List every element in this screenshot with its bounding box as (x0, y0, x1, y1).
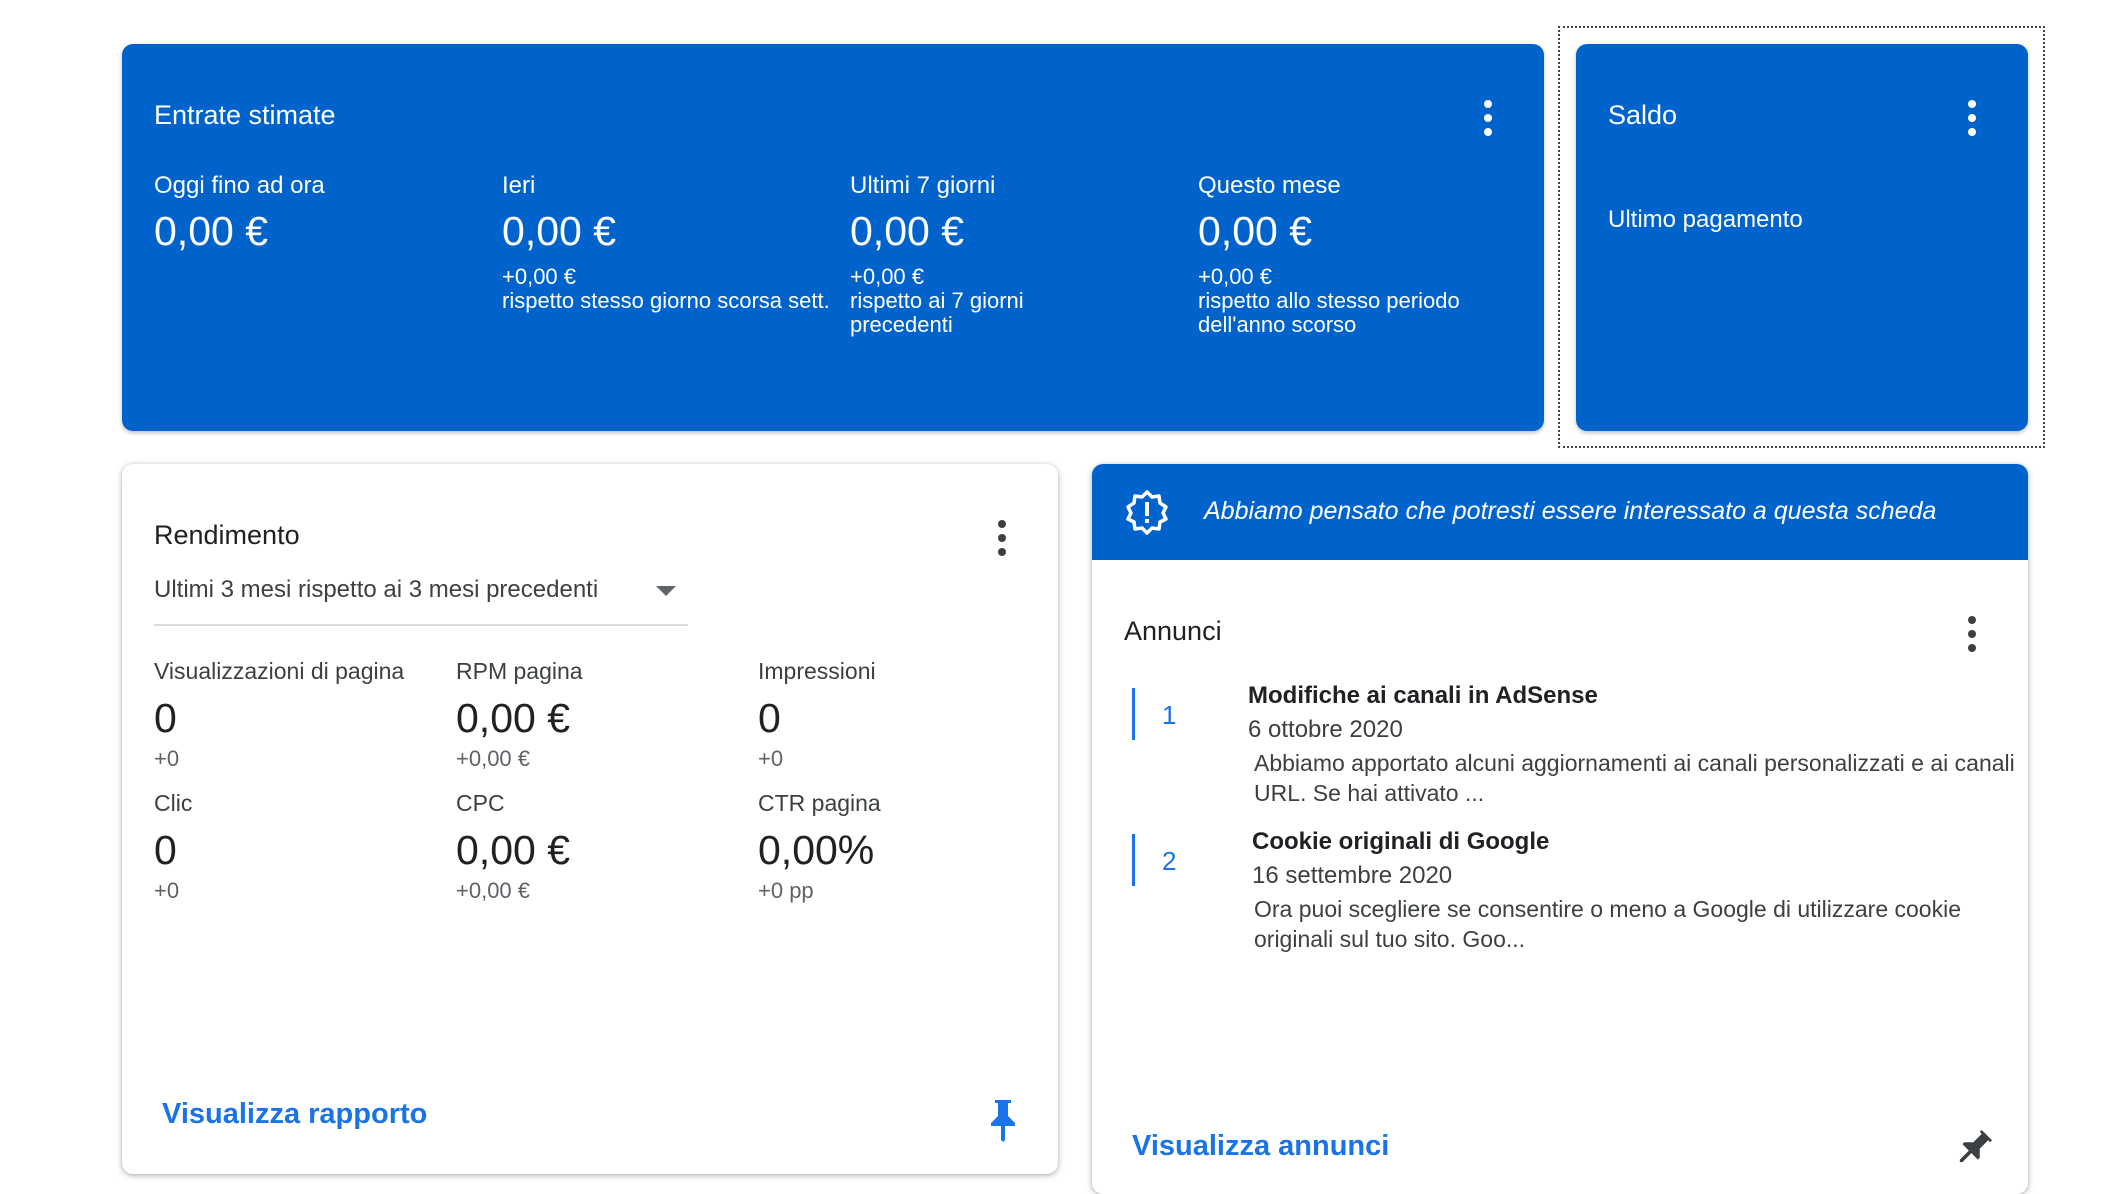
metric-impressions: Impressioni 0 +0 (758, 658, 1030, 772)
announcement-marker (1132, 688, 1135, 740)
estimated-earnings-title: Entrate stimate (154, 100, 336, 130)
alert-badge-icon (1126, 490, 1168, 535)
performance-more-icon[interactable] (994, 518, 1010, 558)
announcement-title: Cookie originali di Google (1252, 828, 1550, 855)
period-value: 0,00 € (502, 208, 616, 254)
metric-page-ctr: CTR pagina 0,00% +0 pp (758, 790, 1030, 904)
metric-label: Clic (154, 790, 193, 816)
pin-icon[interactable] (1946, 1120, 2003, 1177)
period-label: Ieri (502, 172, 536, 199)
period-label: Oggi fino ad ora (154, 172, 325, 199)
metric-value: 0,00% (758, 827, 875, 873)
period-label: Ultimi 7 giorni (850, 172, 996, 199)
balance-more-icon[interactable] (1964, 98, 1980, 138)
metric-label: CPC (456, 790, 505, 816)
metric-label: RPM pagina (456, 658, 583, 684)
announcements-card: Abbiamo pensato che potresti essere inte… (1092, 464, 2028, 1194)
announcement-body: Ora puoi scegliere se consentire o meno … (1254, 896, 1961, 952)
period-last-7-days: Ultimi 7 giorni 0,00 € +0,00 € rispetto … (850, 172, 1180, 337)
metric-delta: +0,00 € (456, 746, 531, 771)
metric-cpc: CPC 0,00 € +0,00 € (456, 790, 728, 904)
metric-value: 0,00 € (456, 827, 570, 873)
period-value: 0,00 € (154, 208, 268, 254)
announcement-body: Abbiamo apportato alcuni aggiornamenti a… (1254, 750, 2015, 806)
metric-value: 0 (154, 695, 177, 741)
period-today: Oggi fino ad ora 0,00 € (154, 172, 325, 255)
metric-value: 0 (154, 827, 177, 873)
period-delta: +0,00 € (1198, 264, 1273, 289)
period-this-month: Questo mese 0,00 € +0,00 € rispetto allo… (1198, 172, 1528, 337)
announcement-number: 2 (1162, 846, 1177, 876)
metric-delta: +0 (758, 746, 784, 771)
view-announcements-link[interactable]: Visualizza annunci (1132, 1130, 1389, 1163)
announcement-content: Cookie originali di Google 16 settembre … (1252, 828, 2024, 954)
period-value: 0,00 € (1198, 208, 1312, 254)
period-comparison: rispetto allo stesso periodo dell'anno s… (1198, 288, 1460, 337)
period-yesterday: Ieri 0,00 € +0,00 € rispetto stesso gior… (502, 172, 832, 313)
announcement-date: 16 settembre 2020 (1252, 862, 1453, 889)
performance-card: Rendimento Ultimi 3 mesi rispetto ai 3 m… (122, 464, 1058, 1174)
metric-delta: +0,00 € (456, 878, 531, 903)
metric-label: Visualizzazioni di pagina (154, 658, 405, 684)
suggestion-banner-text: Abbiamo pensato che potresti essere inte… (1204, 497, 1937, 525)
period-comparison: rispetto stesso giorno scorsa sett. (502, 288, 830, 313)
balance-card[interactable]: Saldo Ultimo pagamento (1576, 44, 2028, 431)
date-range-dropdown[interactable]: Ultimi 3 mesi rispetto ai 3 mesi precede… (154, 576, 688, 626)
period-delta: +0,00 € (850, 264, 925, 289)
period-delta: +0,00 € (502, 264, 577, 289)
pin-icon[interactable] (988, 1098, 1018, 1142)
metric-delta: +0 (154, 878, 180, 903)
date-range-value: Ultimi 3 mesi rispetto ai 3 mesi precede… (154, 576, 599, 603)
announcement-marker (1132, 834, 1135, 886)
caret-down-icon (656, 586, 676, 596)
announcement-number: 1 (1162, 700, 1177, 730)
announcements-title: Annunci (1124, 616, 1222, 646)
metric-value: 0,00 € (456, 695, 570, 741)
performance-title: Rendimento (154, 520, 300, 550)
view-report-link[interactable]: Visualizza rapporto (162, 1098, 427, 1131)
period-label: Questo mese (1198, 172, 1341, 199)
period-comparison: rispetto ai 7 giorni precedenti (850, 288, 1024, 337)
suggestion-banner: Abbiamo pensato che potresti essere inte… (1092, 464, 2028, 560)
metric-delta: +0 (154, 746, 180, 771)
announcement-content: Modifiche ai canali in AdSense 6 ottobre… (1248, 682, 2024, 808)
metric-value: 0 (758, 695, 781, 741)
balance-title: Saldo (1608, 100, 1678, 130)
metric-label: CTR pagina (758, 790, 881, 816)
metric-page-rpm: RPM pagina 0,00 € +0,00 € (456, 658, 728, 772)
metric-clicks: Clic 0 +0 (154, 790, 426, 904)
metric-label: Impressioni (758, 658, 876, 684)
announcement-title: Modifiche ai canali in AdSense (1248, 682, 1598, 709)
period-value: 0,00 € (850, 208, 964, 254)
announcement-item[interactable]: 2 Cookie originali di Google 16 settembr… (1132, 828, 1992, 964)
metric-delta: +0 pp (758, 878, 814, 903)
estimated-earnings-card: Entrate stimate Oggi fino ad ora 0,00 € … (122, 44, 1544, 431)
estimated-earnings-more-icon[interactable] (1480, 98, 1496, 138)
announcements-more-icon[interactable] (1964, 614, 1980, 654)
metric-page-views: Visualizzazioni di pagina 0 +0 (154, 658, 426, 772)
announcement-date: 6 ottobre 2020 (1248, 716, 1403, 743)
announcement-item[interactable]: 1 Modifiche ai canali in AdSense 6 ottob… (1132, 682, 2015, 818)
last-payment-label: Ultimo pagamento (1608, 206, 1803, 233)
